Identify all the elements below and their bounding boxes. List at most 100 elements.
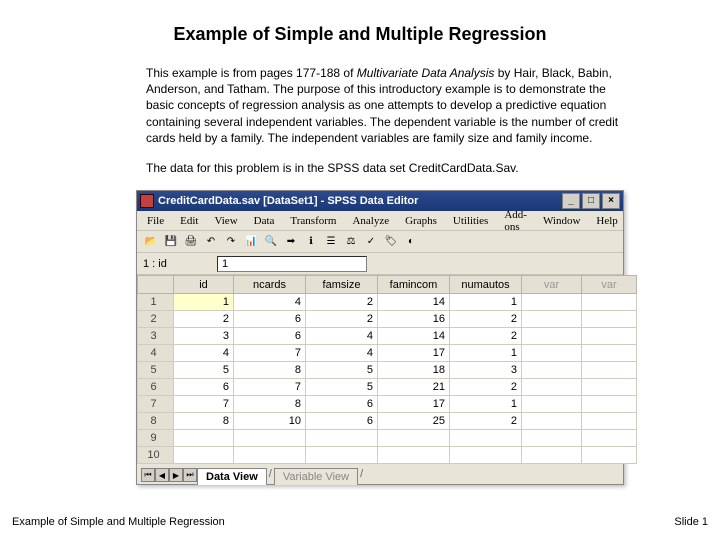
table-row[interactable]: 1142141	[138, 294, 637, 311]
minimize-button[interactable]: _	[562, 193, 580, 209]
table-row[interactable]: 3364142	[138, 328, 637, 345]
empty-cell[interactable]	[522, 430, 582, 447]
cell[interactable]: 5	[174, 362, 234, 379]
cell[interactable]	[306, 447, 378, 464]
cell[interactable]: 17	[378, 345, 450, 362]
table-row[interactable]: 5585183	[138, 362, 637, 379]
empty-cell[interactable]	[582, 413, 637, 430]
cell[interactable]	[306, 430, 378, 447]
cell[interactable]	[174, 447, 234, 464]
cell[interactable]: 8	[234, 362, 306, 379]
row-header[interactable]: 9	[138, 430, 174, 447]
cell[interactable]: 1	[450, 396, 522, 413]
col-var[interactable]: var	[522, 276, 582, 294]
redo-icon[interactable]: ↷	[221, 233, 241, 251]
cell[interactable]	[234, 430, 306, 447]
empty-cell[interactable]	[522, 362, 582, 379]
cell[interactable]: 6	[234, 311, 306, 328]
variables-icon[interactable]: ℹ	[301, 233, 321, 251]
empty-cell[interactable]	[582, 294, 637, 311]
row-header[interactable]: 8	[138, 413, 174, 430]
print-icon[interactable]: 🖨	[181, 233, 201, 251]
cell[interactable]: 4	[306, 345, 378, 362]
menu-data[interactable]: Data	[246, 213, 283, 229]
cell[interactable]: 14	[378, 328, 450, 345]
menu-graphs[interactable]: Graphs	[397, 213, 445, 229]
empty-cell[interactable]	[582, 328, 637, 345]
menu-transform[interactable]: Transform	[282, 213, 344, 229]
cell[interactable]: 8	[234, 396, 306, 413]
scroll-last-icon[interactable]: ⏭	[183, 468, 197, 482]
row-header[interactable]: 1	[138, 294, 174, 311]
col-numautos[interactable]: numautos	[450, 276, 522, 294]
col-ncards[interactable]: ncards	[234, 276, 306, 294]
table-row[interactable]: 4474171	[138, 345, 637, 362]
cell-value-input[interactable]: 1	[217, 256, 367, 272]
scroll-next-icon[interactable]: ▶	[169, 468, 183, 482]
cell[interactable]: 2	[450, 379, 522, 396]
titlebar[interactable]: CreditCardData.sav [DataSet1] - SPSS Dat…	[137, 191, 623, 211]
menu-analyze[interactable]: Analyze	[344, 213, 397, 229]
maximize-button[interactable]: □	[582, 193, 600, 209]
cell[interactable]: 3	[174, 328, 234, 345]
cell[interactable]: 6	[306, 396, 378, 413]
cell[interactable]: 2	[174, 311, 234, 328]
cell[interactable]: 1	[174, 294, 234, 311]
menu-edit[interactable]: Edit	[172, 213, 206, 229]
table-row[interactable]: 10	[138, 447, 637, 464]
menu-utilities[interactable]: Utilities	[445, 213, 496, 229]
empty-cell[interactable]	[522, 447, 582, 464]
data-grid[interactable]: id ncards famsize famincom numautos var …	[137, 275, 623, 464]
menu-view[interactable]: View	[206, 213, 245, 229]
cell[interactable]: 7	[234, 379, 306, 396]
cell[interactable]	[450, 430, 522, 447]
row-header[interactable]: 3	[138, 328, 174, 345]
cell[interactable]: 6	[234, 328, 306, 345]
value-labels-icon[interactable]: 🏷	[381, 233, 401, 251]
cell[interactable]: 2	[450, 413, 522, 430]
cell[interactable]: 4	[306, 328, 378, 345]
cell[interactable]: 2	[450, 311, 522, 328]
open-icon[interactable]: 📂	[141, 233, 161, 251]
empty-cell[interactable]	[582, 379, 637, 396]
empty-cell[interactable]	[522, 396, 582, 413]
cell[interactable]: 18	[378, 362, 450, 379]
menu-addons[interactable]: Add-ons	[496, 207, 535, 235]
col-famincom[interactable]: famincom	[378, 276, 450, 294]
cell[interactable]	[450, 447, 522, 464]
row-header[interactable]: 7	[138, 396, 174, 413]
insert-case-icon[interactable]: ☰	[321, 233, 341, 251]
cell[interactable]	[378, 447, 450, 464]
use-sets-icon[interactable]: ◐	[401, 233, 421, 251]
cell[interactable]	[234, 447, 306, 464]
cell[interactable]: 7	[234, 345, 306, 362]
cell[interactable]: 1	[450, 345, 522, 362]
empty-cell[interactable]	[582, 447, 637, 464]
cell[interactable]: 21	[378, 379, 450, 396]
scroll-prev-icon[interactable]: ◀	[155, 468, 169, 482]
find-icon[interactable]: 🔍	[261, 233, 281, 251]
menu-help[interactable]: Help	[588, 213, 625, 229]
empty-cell[interactable]	[522, 328, 582, 345]
cell[interactable]: 10	[234, 413, 306, 430]
row-header[interactable]: 4	[138, 345, 174, 362]
row-header[interactable]: 10	[138, 447, 174, 464]
select-icon[interactable]: ✓	[361, 233, 381, 251]
row-header[interactable]: 2	[138, 311, 174, 328]
cell[interactable]: 2	[450, 328, 522, 345]
empty-cell[interactable]	[582, 345, 637, 362]
cell[interactable]: 3	[450, 362, 522, 379]
menu-window[interactable]: Window	[535, 213, 588, 229]
scroll-first-icon[interactable]: ⏮	[141, 468, 155, 482]
tab-variable-view[interactable]: Variable View	[274, 468, 358, 485]
cell[interactable]: 1	[450, 294, 522, 311]
empty-cell[interactable]	[582, 430, 637, 447]
undo-icon[interactable]: ↶	[201, 233, 221, 251]
row-header[interactable]: 5	[138, 362, 174, 379]
cell[interactable]	[378, 430, 450, 447]
col-id[interactable]: id	[174, 276, 234, 294]
table-row[interactable]: 88106252	[138, 413, 637, 430]
cell[interactable]: 8	[174, 413, 234, 430]
weight-icon[interactable]: ⚖	[341, 233, 361, 251]
empty-cell[interactable]	[522, 311, 582, 328]
